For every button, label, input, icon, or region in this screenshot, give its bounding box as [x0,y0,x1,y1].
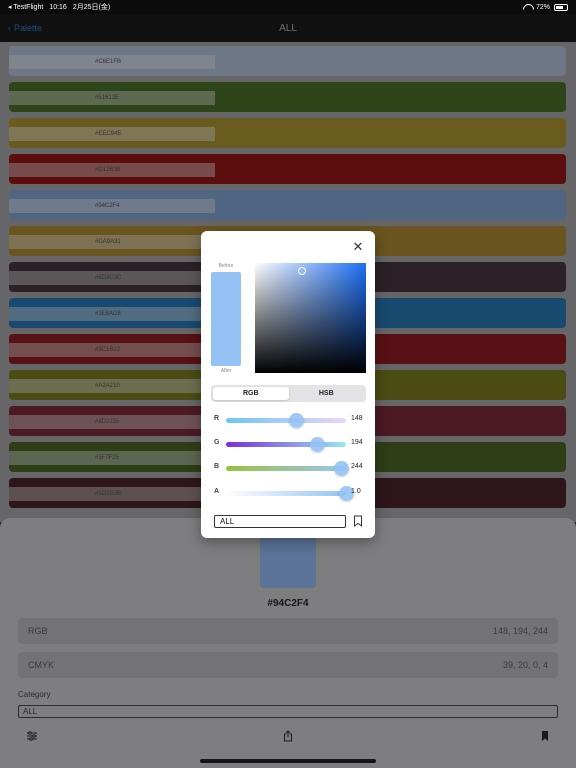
palette-row-hex: #3E8AD8 [9,307,215,321]
status-date: 2月25日(金) [72,4,111,11]
palette-row-hex: #9C1B22 [9,343,215,357]
blue-knob[interactable] [334,461,350,476]
color-mode-segmented-control: RGB HSB [211,385,366,402]
cmyk-value: 39, 20, 0, 4 [502,660,548,670]
palette-row-hex: #94C2F4 [9,199,215,213]
blue-track[interactable] [226,466,346,471]
alpha-slider[interactable]: A 1.0 [214,485,366,501]
red-track[interactable] [226,418,346,423]
palette-row[interactable]: #C6E1FB [9,46,566,76]
status-time: 10:16 [49,3,67,11]
palette-row-hex: #C6E1FB [9,55,215,69]
rgb-label: RGB [28,626,48,636]
blue-slider[interactable]: B 244 [214,460,366,476]
battery-icon [554,3,568,11]
category-label: Category [18,690,51,699]
category-field[interactable]: ALL [18,705,558,718]
bookmark-icon[interactable] [353,515,363,527]
after-label: After [220,368,232,374]
palette-row[interactable]: #D12B3B [9,154,566,184]
palette-row-hex: #DA9A31 [9,235,215,249]
cmyk-row[interactable]: CMYK 39, 20, 0, 4 [18,652,558,678]
rgb-value: 148, 194, 244 [492,626,548,636]
back-button[interactable]: ‹ Palette [8,23,42,33]
red-slider[interactable]: R 148 [214,412,366,428]
cmyk-label: CMYK [28,660,55,670]
color-picker-popover: ✕ Before After RGB HSB R 148 G 194 B 244… [201,231,375,538]
green-value: 194 [351,439,363,446]
picker-knob[interactable] [298,267,306,275]
tab-hsb[interactable]: HSB [289,387,365,400]
bookmark-filled-icon[interactable] [539,730,551,742]
red-knob[interactable] [288,413,304,428]
home-indicator [200,759,376,763]
rgb-row[interactable]: RGB 148, 194, 244 [18,618,558,644]
green-track[interactable] [226,442,346,447]
red-value: 148 [351,415,363,422]
palette-row-hex: #EEC94E [9,127,215,141]
palette-row-hex: #5D2D3B [9,487,215,501]
palette-row[interactable]: #EEC94E [9,118,566,148]
alpha-track[interactable] [226,491,346,496]
palette-row-hex: #D12B3B [9,163,215,177]
palette-row[interactable]: #94C2F4 [9,190,566,220]
nav-title: ALL [279,22,297,34]
palette-row-hex: #51613E [9,91,215,105]
chevron-left-icon: ‹ [8,23,11,33]
blue-value: 244 [351,463,363,470]
palette-row-hex: #6D3C3C [9,271,215,285]
before-label: Before [218,263,234,269]
palette-row-hex: #8D2235 [9,415,215,429]
back-label: Palette [14,23,43,33]
category-input[interactable]: ALL [214,515,346,528]
alpha-value: 1.0 [351,488,361,495]
color-detail-sheet: #94C2F4 RGB 148, 194, 244 CMYK 39, 20, 0… [0,518,576,768]
blue-label: B [214,463,220,470]
tab-rgb[interactable]: RGB [213,387,289,400]
battery-percent: 72% [535,3,550,11]
status-bar: ◂ TestFlight 10:16 2月25日(金) 72% [0,0,576,14]
wifi-icon [523,4,532,11]
close-icon[interactable]: ✕ [351,240,365,254]
color-preview [211,272,241,366]
navigation-bar: ‹ Palette ALL [0,14,576,42]
palette-row-hex: #A2A210 [9,379,215,393]
green-knob[interactable] [310,437,326,452]
red-label: R [214,415,220,422]
green-slider[interactable]: G 194 [214,436,366,452]
saturation-brightness-picker[interactable] [255,263,366,373]
color-swatch[interactable] [260,538,316,588]
palette-row-hex: #5F7F25 [9,451,215,465]
status-app[interactable]: ◂ TestFlight [8,3,43,11]
green-label: G [214,439,220,446]
color-hex-label: #94C2F4 [267,598,309,609]
sliders-icon[interactable] [26,730,38,742]
alpha-label: A [214,488,220,495]
share-icon[interactable] [282,730,294,742]
palette-row[interactable]: #51613E [9,82,566,112]
